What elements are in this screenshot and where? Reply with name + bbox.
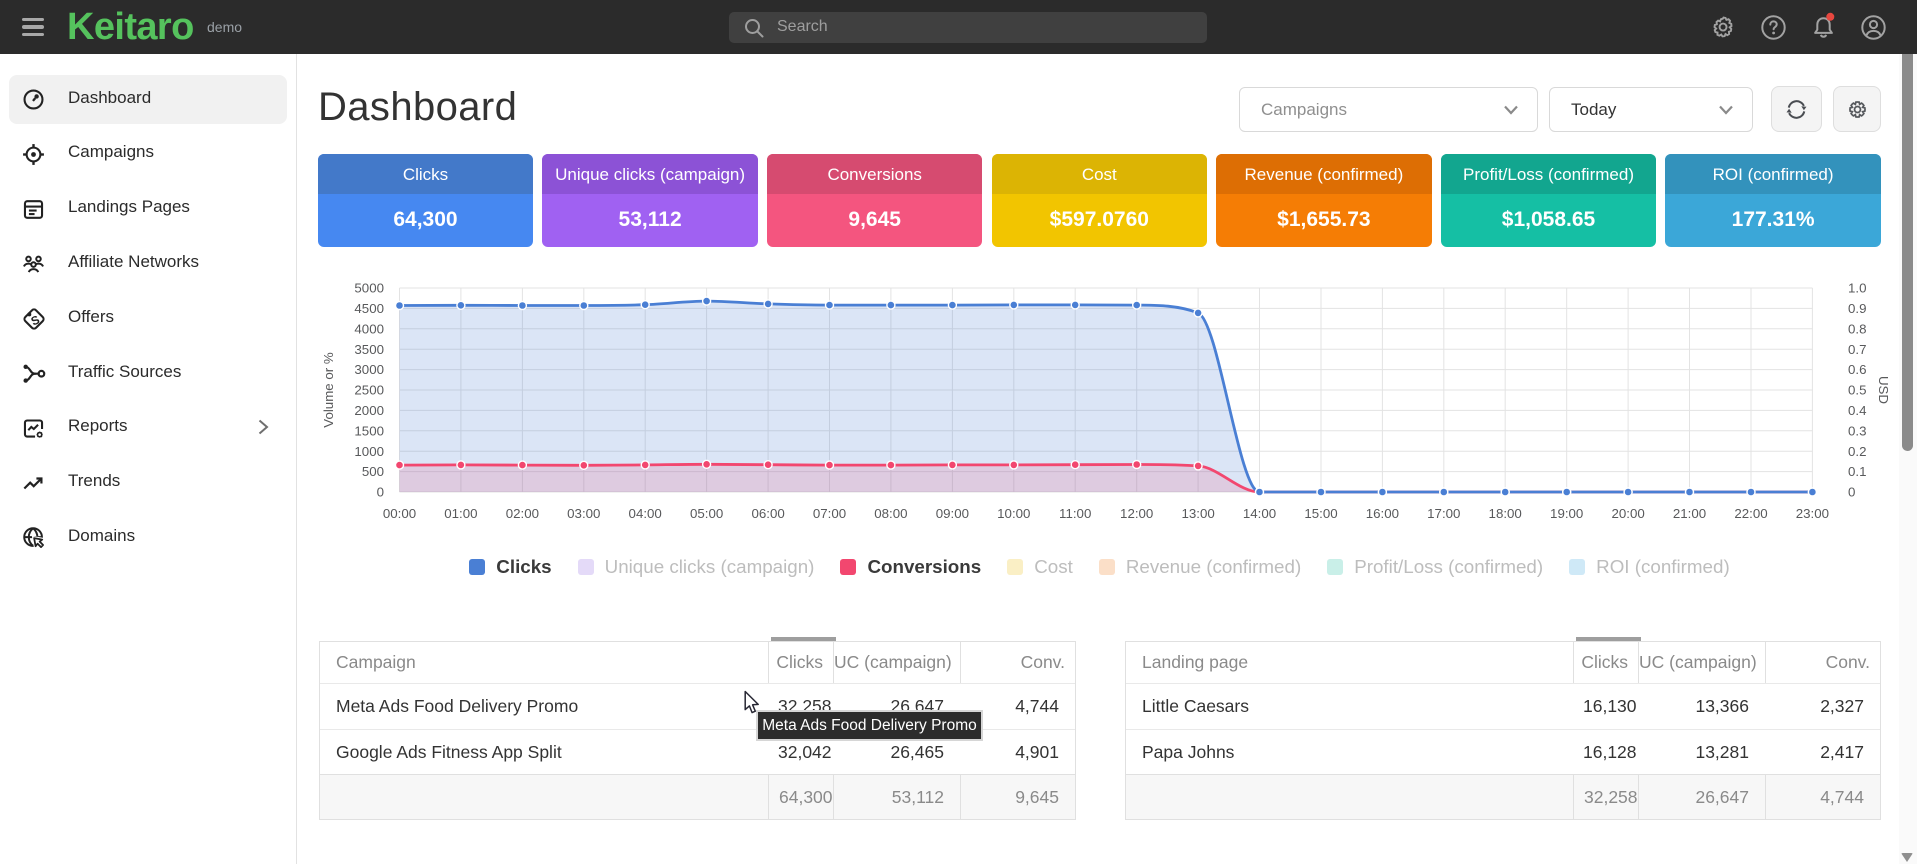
svg-text:21:00: 21:00 [1673, 506, 1706, 521]
svg-text:08:00: 08:00 [874, 506, 907, 521]
svg-text:0: 0 [377, 485, 384, 500]
svg-text:3500: 3500 [354, 342, 384, 357]
svg-text:00:00: 00:00 [383, 506, 416, 521]
svg-text:0.9: 0.9 [1848, 301, 1867, 316]
svg-text:0.1: 0.1 [1848, 464, 1867, 479]
svg-text:04:00: 04:00 [629, 506, 662, 521]
svg-text:16:00: 16:00 [1366, 506, 1399, 521]
svg-text:23:00: 23:00 [1796, 506, 1829, 521]
svg-text:500: 500 [362, 464, 384, 479]
svg-text:0.4: 0.4 [1848, 403, 1867, 418]
svg-text:3000: 3000 [354, 362, 384, 377]
svg-text:0: 0 [1848, 485, 1855, 500]
svg-text:4500: 4500 [354, 301, 384, 316]
svg-text:01:00: 01:00 [444, 506, 477, 521]
svg-text:2000: 2000 [354, 403, 384, 418]
svg-text:0.3: 0.3 [1848, 423, 1867, 438]
svg-text:0.6: 0.6 [1848, 362, 1867, 377]
svg-text:0.8: 0.8 [1848, 321, 1867, 336]
svg-text:15:00: 15:00 [1304, 506, 1337, 521]
svg-text:22:00: 22:00 [1734, 506, 1767, 521]
svg-text:02:00: 02:00 [506, 506, 539, 521]
svg-text:2500: 2500 [354, 383, 384, 398]
svg-text:18:00: 18:00 [1489, 506, 1522, 521]
svg-text:06:00: 06:00 [751, 506, 784, 521]
svg-text:09:00: 09:00 [936, 506, 969, 521]
svg-text:03:00: 03:00 [567, 506, 600, 521]
svg-text:12:00: 12:00 [1120, 506, 1153, 521]
svg-text:20:00: 20:00 [1611, 506, 1644, 521]
svg-text:10:00: 10:00 [997, 506, 1030, 521]
svg-text:19:00: 19:00 [1550, 506, 1583, 521]
svg-text:4000: 4000 [354, 321, 384, 336]
svg-text:1.0: 1.0 [1848, 281, 1867, 296]
svg-text:0.5: 0.5 [1848, 383, 1867, 398]
svg-text:USD: USD [1876, 376, 1888, 404]
svg-text:0.7: 0.7 [1848, 342, 1867, 357]
svg-text:1500: 1500 [354, 423, 384, 438]
svg-text:Volume or %: Volume or % [321, 352, 336, 428]
svg-text:17:00: 17:00 [1427, 506, 1460, 521]
svg-text:1000: 1000 [354, 444, 384, 459]
svg-text:07:00: 07:00 [813, 506, 846, 521]
svg-text:11:00: 11:00 [1059, 506, 1091, 521]
svg-text:05:00: 05:00 [690, 506, 723, 521]
svg-text:14:00: 14:00 [1243, 506, 1276, 521]
svg-text:13:00: 13:00 [1181, 506, 1214, 521]
svg-text:0.2: 0.2 [1848, 444, 1867, 459]
svg-text:5000: 5000 [354, 281, 384, 296]
